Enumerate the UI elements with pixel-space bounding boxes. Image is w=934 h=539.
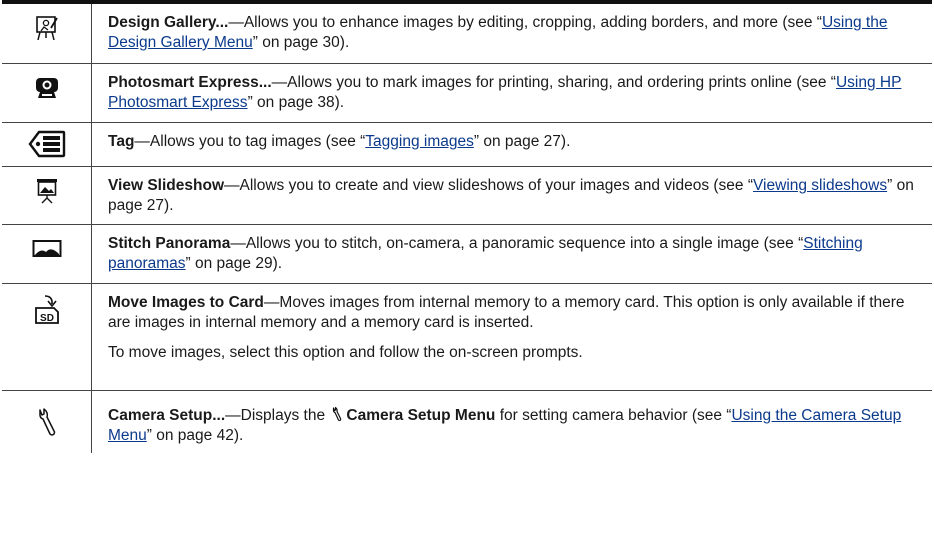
page-link[interactable]: Viewing slideshows bbox=[753, 177, 887, 194]
table-row: SD Move Images to Card—Moves images from… bbox=[2, 284, 932, 391]
menu-name: Camera Setup Menu bbox=[346, 407, 496, 424]
description-text: —Displays the bbox=[225, 407, 330, 424]
description-text: ” on page 42). bbox=[146, 427, 244, 444]
table-row: Camera Setup...—Displays the Camera Setu… bbox=[2, 391, 932, 453]
option-title: Camera Setup... bbox=[108, 407, 226, 424]
icon-cell bbox=[2, 391, 92, 453]
row-description: Photosmart Express...—Allows you to mark… bbox=[92, 64, 932, 122]
menu-options-table: Design Gallery...—Allows you to enhance … bbox=[2, 0, 932, 453]
photosmart-express-icon bbox=[35, 78, 58, 98]
description-text: —Allows you to enhance images by editing… bbox=[228, 14, 822, 31]
slideshow-icon bbox=[36, 179, 57, 204]
description-text: —Allows you to create and view slideshow… bbox=[224, 177, 753, 194]
description-text: —Allows you to mark images for printing,… bbox=[271, 74, 836, 91]
description-text: ” on page 38). bbox=[247, 94, 345, 111]
table-row: Stitch Panorama—Allows you to stitch, on… bbox=[2, 225, 932, 284]
icon-cell bbox=[2, 64, 92, 122]
icon-cell bbox=[2, 123, 92, 166]
instruction-text: To move images, select this option and f… bbox=[108, 344, 583, 361]
wrench-icon bbox=[333, 406, 342, 422]
description-text: —Allows you to stitch, on-camera, a pano… bbox=[230, 235, 804, 252]
option-title: Design Gallery... bbox=[108, 14, 229, 31]
wrench-icon bbox=[38, 408, 55, 436]
row-description: Tag—Allows you to tag images (see “Taggi… bbox=[92, 123, 932, 166]
row-description: View Slideshow—Allows you to create and … bbox=[92, 167, 932, 224]
icon-cell bbox=[2, 225, 92, 283]
page-link[interactable]: Tagging images bbox=[365, 133, 474, 150]
option-title: Photosmart Express... bbox=[108, 74, 272, 91]
option-title: Stitch Panorama bbox=[108, 235, 231, 252]
icon-cell bbox=[2, 4, 92, 63]
icon-cell bbox=[2, 167, 92, 224]
icon-cell: SD bbox=[2, 284, 92, 390]
panorama-icon bbox=[32, 240, 61, 257]
tag-icon bbox=[28, 130, 65, 158]
table-row: Tag—Allows you to tag images (see “Taggi… bbox=[2, 123, 932, 167]
option-title: Move Images to Card bbox=[108, 294, 264, 311]
sd-badge: SD bbox=[40, 313, 54, 324]
move-to-card-icon: SD bbox=[34, 295, 59, 324]
option-title: View Slideshow bbox=[108, 177, 225, 194]
table-row: Design Gallery...—Allows you to enhance … bbox=[2, 4, 932, 64]
description-text: ” on page 30). bbox=[252, 34, 350, 51]
row-description: Stitch Panorama—Allows you to stitch, on… bbox=[92, 225, 932, 283]
row-description: Move Images to Card—Moves images from in… bbox=[92, 284, 932, 390]
design-gallery-icon bbox=[35, 16, 58, 41]
table-row: View Slideshow—Allows you to create and … bbox=[2, 167, 932, 225]
description-text: for setting camera behavior (see “ bbox=[495, 407, 732, 424]
description-text: ” on page 27). bbox=[473, 133, 571, 150]
description-text: —Allows you to tag images (see “ bbox=[134, 133, 366, 150]
option-title: Tag bbox=[108, 133, 135, 150]
description-text: ” on page 29). bbox=[185, 255, 283, 272]
table-row: Photosmart Express...—Allows you to mark… bbox=[2, 64, 932, 123]
row-description: Camera Setup...—Displays the Camera Setu… bbox=[92, 391, 932, 453]
row-description: Design Gallery...—Allows you to enhance … bbox=[92, 4, 932, 63]
